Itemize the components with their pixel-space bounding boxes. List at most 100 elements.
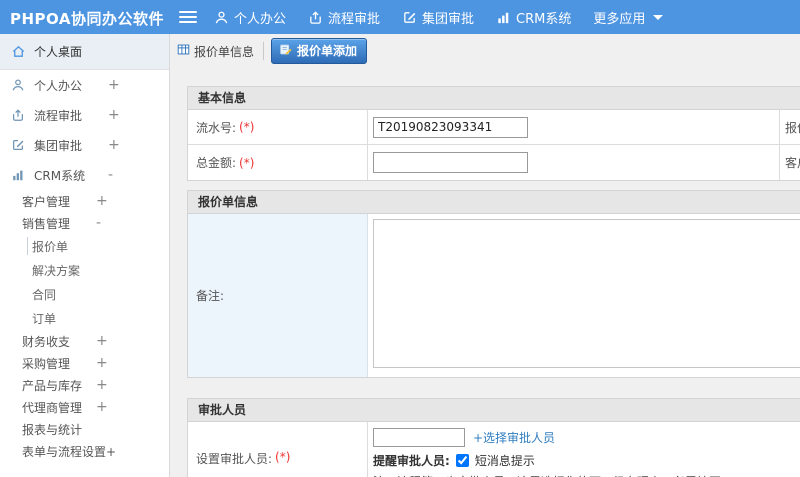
total-amount-field-cell — [368, 145, 780, 180]
quotation-add-form: 基本信息 流水号: (*) 报价 总金额: (*) — [187, 86, 800, 477]
collapse-minus-icon: - — [96, 215, 102, 231]
choose-approver-link[interactable]: +选择审批人员 — [473, 431, 555, 445]
sidebar-item-solution[interactable]: 解决方案 — [0, 258, 169, 282]
sidebar-item-form-workflow-settings[interactable]: 表单与流程设置+ — [0, 440, 169, 462]
approval-section: 审批人员 设置审批人员: (*) +选择审批人员 提醒审批人员: 短消息提示 注… — [187, 398, 800, 477]
field-label: 备注: — [196, 289, 225, 303]
topbar: PHPOA协同办公软件 个人办公 流程审批 集团审批 CRM系统 更多应用 — [0, 0, 800, 34]
remark-label-cell: 备注: — [188, 214, 368, 377]
required-marker: (*) — [239, 155, 255, 170]
sms-remind-checkbox[interactable] — [455, 454, 469, 467]
approver-label-cell: 设置审批人员: (*) — [188, 422, 368, 477]
sidebar-item-group-approval[interactable]: 集团审批 + — [0, 130, 169, 160]
collapse-minus-icon: - — [108, 167, 114, 183]
expand-plus-icon: + — [108, 137, 120, 153]
remark-row: 备注: — [188, 214, 800, 377]
section-title: 报价单信息 — [188, 191, 800, 214]
nav-group-approval[interactable]: 集团审批 — [402, 8, 474, 27]
total-amount-label-cell: 总金额: (*) — [188, 145, 368, 180]
field-label: 报价 — [785, 120, 800, 135]
expand-plus-icon: + — [96, 193, 108, 209]
field-label: 客户 — [785, 156, 800, 170]
app-logo: PHPOA协同办公软件 — [10, 10, 164, 28]
tab-quotation-info[interactable]: 报价单信息 — [175, 42, 265, 60]
sidebar-item-label: 采购管理 — [22, 356, 71, 371]
sms-remind-label: 短消息提示 — [474, 454, 535, 468]
sidebar-item-label: 客户管理 — [22, 194, 71, 209]
user-icon — [214, 10, 229, 25]
sidebar-item-workflow-approval[interactable]: 流程审批 + — [0, 100, 169, 130]
required-marker: (*) — [239, 120, 255, 134]
sidebar-item-personal-office[interactable]: 个人办公 + — [0, 70, 169, 100]
sidebar-item-product-inventory[interactable]: 产品与库存 + — [0, 374, 169, 396]
basic-info-section: 基本信息 流水号: (*) 报价 总金额: (*) — [187, 86, 800, 181]
sidebar-item-contract[interactable]: 合同 — [0, 282, 169, 306]
home-icon — [10, 44, 26, 60]
sidebar-item-agent-mgmt[interactable]: 代理商管理 + — [0, 396, 169, 418]
nav-personal-office[interactable]: 个人办公 — [214, 8, 286, 27]
workflow-icon — [308, 10, 323, 25]
expand-plus-icon: + — [108, 77, 120, 93]
remark-textarea[interactable] — [373, 219, 800, 368]
sidebar-item-sales-mgmt[interactable]: 销售管理 - — [0, 212, 169, 234]
tab-quotation-add[interactable]: 报价单添加 — [271, 38, 368, 64]
sidebar: 个人桌面 个人办公 + 流程审批 + 集团审批 + CRM系统 - 客户管理 +… — [0, 34, 170, 477]
hamburger-menu-icon[interactable] — [179, 11, 197, 23]
sidebar-item-label: 代理商管理 — [22, 400, 83, 415]
tab-label: 报价单信息 — [194, 44, 255, 59]
quotation-info-section: 报价单信息 备注: — [187, 190, 800, 378]
expand-plus-icon: + — [96, 377, 108, 393]
nav-more-apps[interactable]: 更多应用 — [593, 8, 664, 27]
sidebar-item-crm-system[interactable]: CRM系统 - — [0, 160, 169, 190]
sidebar-item-label: 个人桌面 — [34, 45, 83, 59]
total-amount-row: 总金额: (*) 客户 — [188, 145, 800, 180]
workflow-icon — [10, 107, 26, 123]
sidebar-item-customer-mgmt[interactable]: 客户管理 + — [0, 190, 169, 212]
approver-input-line: +选择审批人员 — [373, 428, 800, 447]
expand-plus-icon: + — [108, 107, 120, 123]
total-amount-input[interactable] — [373, 152, 528, 173]
nav-label: 集团审批 — [422, 11, 475, 27]
main-content: 报价单信息 报价单添加 基本信息 流水号: (*) 报价 — [171, 34, 800, 477]
sidebar-item-purchase-mgmt[interactable]: 采购管理 + — [0, 352, 169, 374]
nav-label: 个人办公 — [234, 11, 287, 27]
sidebar-item-label: 表单与流程设置+ — [22, 444, 117, 459]
sidebar-item-label: 订单 — [32, 311, 57, 326]
sidebar-item-reports-stats[interactable]: 报表与统计 — [0, 418, 169, 440]
sidebar-item-label: 个人办公 — [34, 78, 83, 93]
expand-plus-icon: + — [96, 399, 108, 415]
serial-number-field-cell — [368, 110, 780, 144]
sidebar-item-finance[interactable]: 财务收支 + — [0, 330, 169, 352]
approver-input[interactable] — [373, 428, 465, 447]
nav-label: CRM系统 — [516, 11, 572, 27]
add-form-icon — [279, 43, 292, 59]
serial-number-input[interactable] — [373, 116, 528, 138]
remind-line: 提醒审批人员: 短消息提示 — [373, 452, 800, 469]
table-icon — [177, 43, 190, 59]
field-label: 流水号: — [196, 120, 237, 135]
nav-workflow-approval[interactable]: 流程审批 — [308, 8, 380, 27]
approver-field-cell: +选择审批人员 提醒审批人员: 短消息提示 注：流程第一步审批人员，这里选择你的… — [368, 422, 800, 477]
quotation-name-label-cell: 报价 — [780, 110, 800, 144]
sidebar-item-quotation[interactable]: 报价单 — [0, 234, 169, 258]
serial-number-row: 流水号: (*) 报价 — [188, 110, 800, 145]
approver-note: 注：流程第一步审批人员，这里选择你的下一级办理人，必需填写! — [373, 473, 800, 477]
bar-chart-icon — [10, 167, 26, 183]
user-icon — [10, 77, 26, 93]
edit-icon — [402, 10, 417, 25]
field-label: 设置审批人员: — [196, 452, 273, 466]
active-item-indicator — [27, 237, 28, 255]
serial-number-label-cell: 流水号: (*) — [188, 110, 368, 144]
sidebar-item-order[interactable]: 订单 — [0, 306, 169, 330]
nav-label: 流程审批 — [328, 11, 381, 27]
nav-crm-system[interactable]: CRM系统 — [496, 8, 571, 27]
customer-label-cell: 客户 — [780, 145, 800, 180]
sidebar-item-label: 销售管理 — [22, 216, 71, 231]
sidebar-item-label: 报表与统计 — [22, 422, 83, 437]
sidebar-item-desktop[interactable]: 个人桌面 — [0, 34, 169, 70]
tab-bar: 报价单信息 报价单添加 — [171, 34, 800, 68]
expand-plus-icon: + — [96, 333, 108, 349]
edit-icon — [10, 137, 26, 153]
remind-label: 提醒审批人员: — [373, 454, 450, 468]
remark-field-cell — [368, 214, 800, 377]
